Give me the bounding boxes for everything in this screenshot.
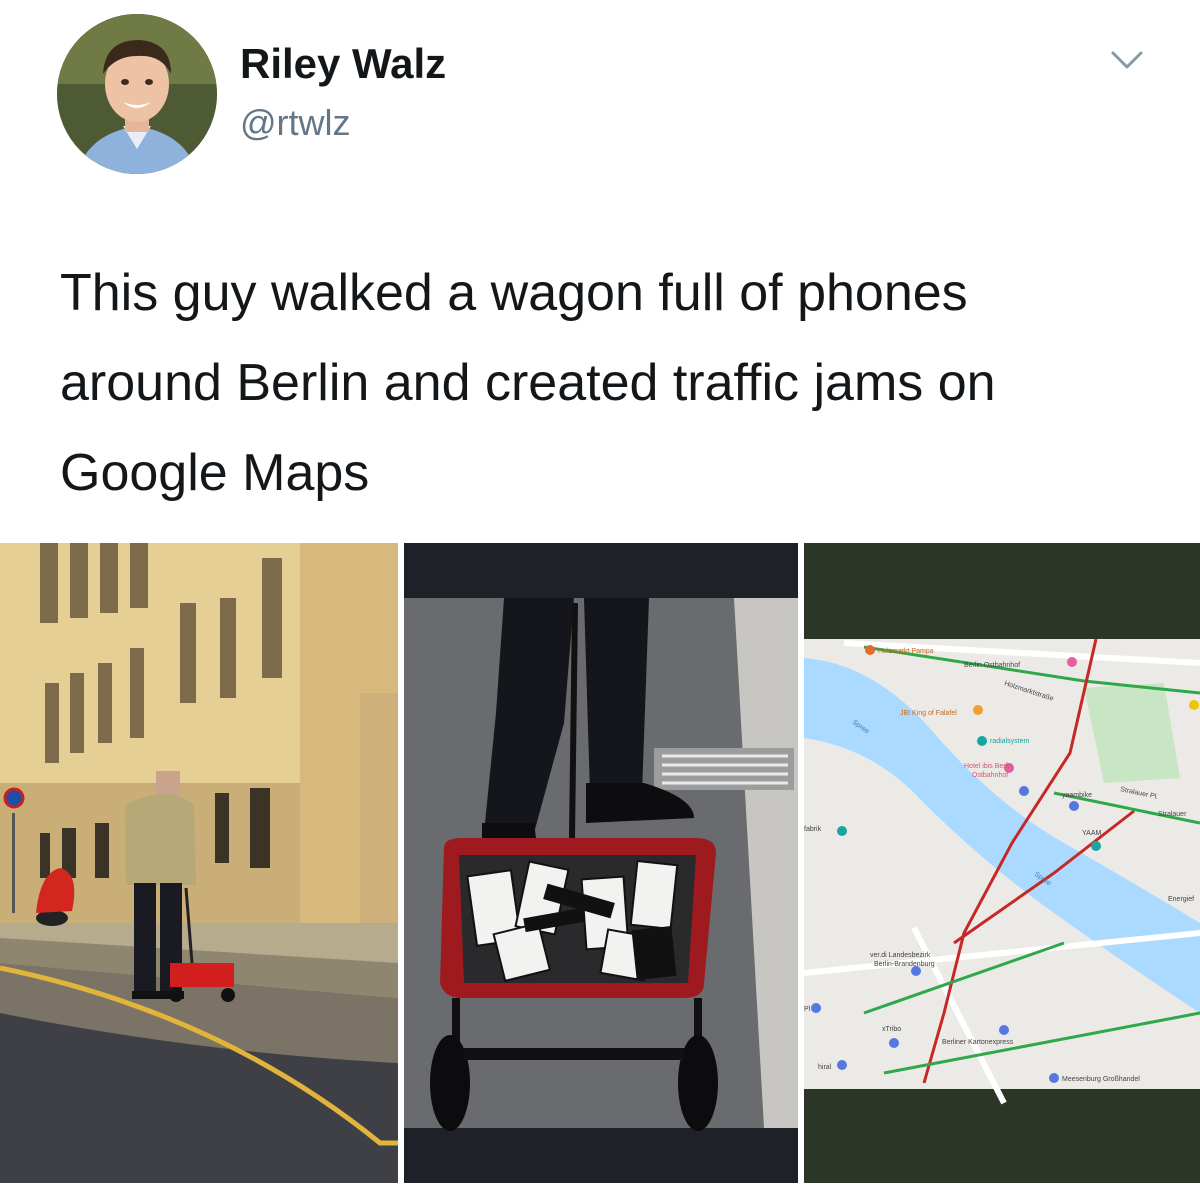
map-label-fabrik: fabrik	[804, 826, 822, 833]
avatar[interactable]	[57, 14, 217, 174]
media-map-screenshot[interactable]: Holzmarkt Pampa Berlin Ostbahnhof Holzma…	[804, 543, 1200, 1183]
map-label-ostbahnhof: Berlin Ostbahnhof	[964, 662, 1020, 669]
map-label-stralauer: Stralauer	[1158, 811, 1187, 818]
media-photo-wagon[interactable]	[404, 543, 798, 1183]
media-photo-street[interactable]	[0, 543, 398, 1183]
map-label-verdi-2: Berlin-Brandenburg	[874, 961, 935, 968]
map-label-energie: Energief	[1168, 896, 1194, 903]
map-label-jbi: JBI King of Falafel	[900, 710, 957, 717]
map-label-hotel-1: Hotel ibis Berlin	[964, 763, 1013, 770]
map-label-radialsystem: radialsystem	[990, 738, 1029, 745]
map-label-meesenburg: Meesenburg Großhandel	[1062, 1076, 1140, 1083]
map-label-xtribo: xTribo	[882, 1026, 901, 1033]
chevron-down-icon[interactable]	[1110, 48, 1144, 72]
map-label-kartonexpress: Berliner Kartonexpress	[942, 1039, 1014, 1046]
map-label-pl: Pl	[804, 1006, 811, 1013]
map-label-yaam: YAAM	[1082, 830, 1101, 837]
map-label-hotel-2: Ostbahnhof	[972, 772, 1008, 779]
map-label-hiral: hiral	[818, 1064, 832, 1071]
map-label-holzmarkt: Holzmarkt Pampa	[878, 648, 934, 655]
map-label-yaambike: yaambike	[1062, 792, 1092, 799]
author-handle[interactable]: @rtwlz	[240, 102, 351, 144]
tweet-text: This guy walked a wagon full of phones a…	[60, 264, 996, 502]
map-label-verdi-1: ver.di Landesbezirk	[870, 952, 931, 959]
author-name[interactable]: Riley Walz	[240, 40, 446, 88]
